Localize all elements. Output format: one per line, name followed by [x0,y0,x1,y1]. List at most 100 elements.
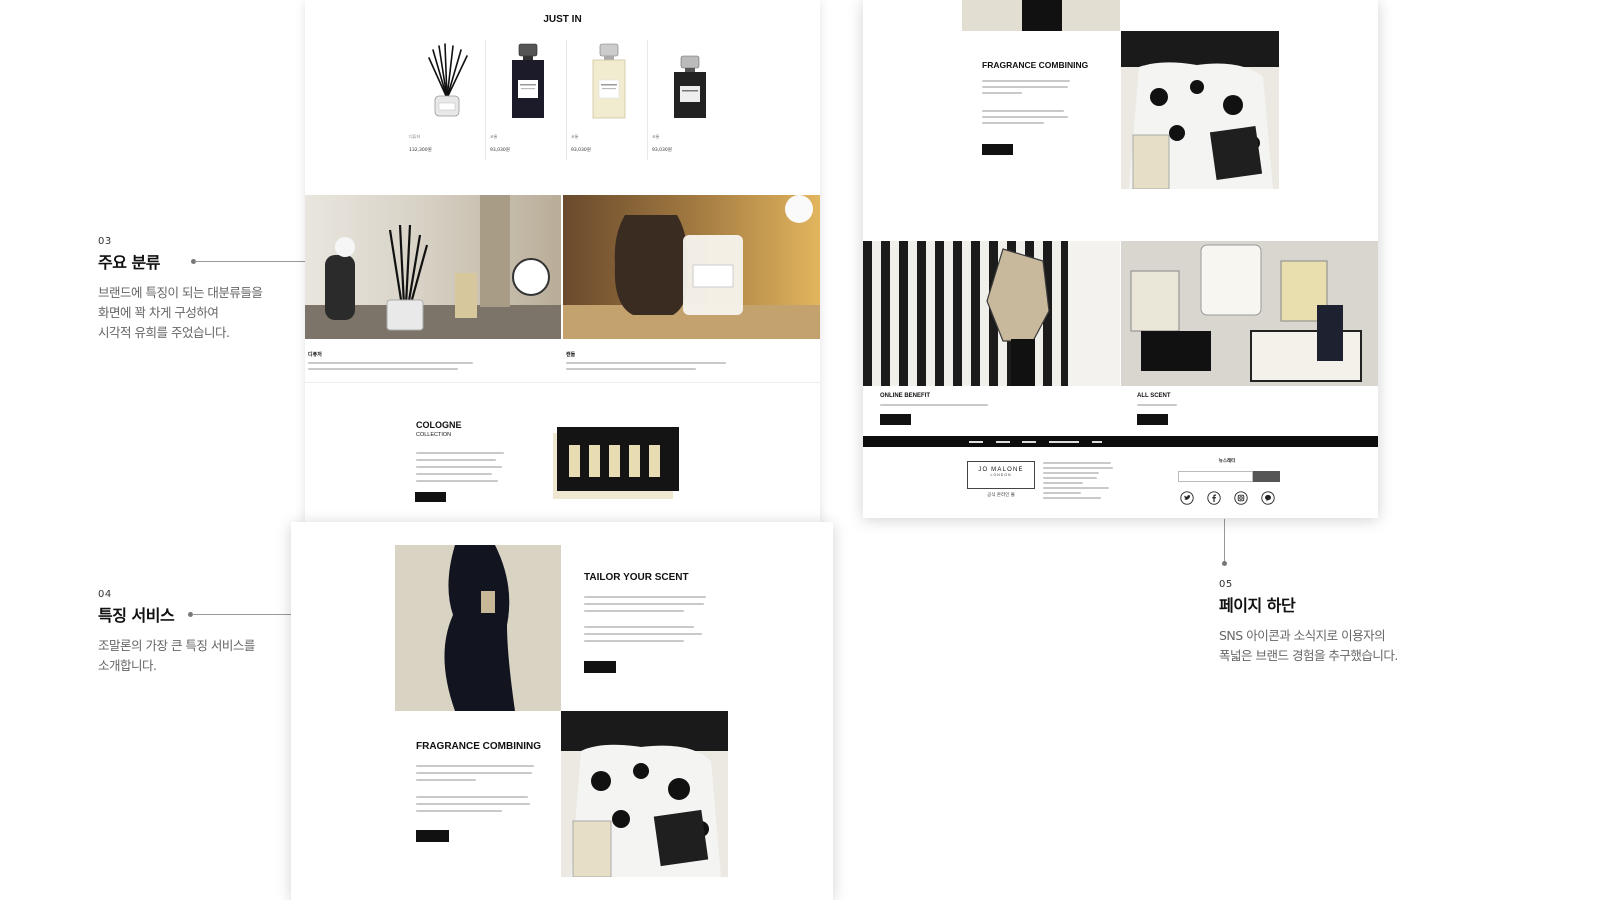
connector-line [195,261,306,262]
text-placeholder [1043,487,1109,489]
product-price: 93,030원 [490,148,510,153]
desc-line: 폭넓은 브랜드 경험을 추구했습니다. [1219,648,1398,663]
view-more-button[interactable] [415,492,446,502]
text-placeholder [982,86,1068,88]
product-card[interactable]: 코롱 93,030원 [490,40,566,165]
annotation-description: 조말론의 가장 큰 특징 서비스를 소개합니다. [98,636,298,676]
instagram-icon[interactable] [1234,491,1248,505]
product-price: 93,030원 [652,148,672,153]
text-placeholder [416,459,496,461]
text-placeholder [416,765,534,767]
logo-caption: 공식 온라인 몰 [987,493,1015,498]
all-scent-photo[interactable] [1121,241,1378,386]
category-label: 캔들 [566,352,576,358]
online-benefit-photo[interactable] [863,241,1120,386]
view-more-button[interactable] [982,144,1013,155]
cologne-collection-box-photo[interactable] [549,427,679,502]
footer-menu-item[interactable] [969,441,983,443]
candle-photo[interactable] [563,195,820,339]
cologne-title: COLOGNE [416,420,462,430]
desc-line: 조말론의 가장 큰 특징 서비스를 [98,638,255,653]
view-more-button[interactable] [416,830,449,842]
text-placeholder [416,803,530,805]
view-more-button[interactable] [880,414,911,425]
twitter-icon[interactable] [1180,491,1194,505]
text-placeholder [308,368,458,370]
annotation-number: 05 [1219,579,1233,590]
brand-logo[interactable]: JO MALONE LONDON [967,461,1035,489]
text-placeholder [308,362,473,364]
newsletter-title: 뉴스레터 [1218,459,1236,464]
connector-line [1224,519,1225,562]
text-placeholder [982,80,1070,82]
diffuser-photo[interactable] [305,195,561,339]
text-placeholder [416,796,528,798]
product-name: 디퓨저 [409,134,421,139]
kakao-icon[interactable] [1261,491,1275,505]
footer-menu-bar [863,436,1378,447]
product-price: 132,300원 [409,148,432,153]
text-placeholder [982,92,1022,94]
view-more-button[interactable] [1137,414,1168,425]
diffuser-icon [428,43,468,117]
newsletter-input[interactable] [1178,471,1253,482]
text-placeholder [982,110,1064,112]
text-placeholder [416,452,504,454]
fragrance-photo[interactable] [1121,31,1279,189]
text-placeholder [1043,472,1099,474]
category-label: 디퓨저 [308,352,322,358]
newsletter-submit-button[interactable] [1253,471,1280,482]
annotation-05: 05 페이지 하단 SNS 아이콘과 소식지로 이용자의 폭넓은 브랜드 경험을… [1219,579,1479,666]
annotation-description: SNS 아이콘과 소식지로 이용자의 폭넓은 브랜드 경험을 추구했습니다. [1219,626,1479,666]
cologne-subtitle: COLLECTION [416,432,452,438]
footer-menu-item[interactable] [1092,441,1102,443]
divider [485,40,486,160]
desc-line: 소개합니다. [98,658,157,673]
text-placeholder [982,122,1044,124]
footer-menu-item[interactable] [1049,441,1079,443]
product-card[interactable]: 코롱 93,030원 [652,40,728,165]
facebook-icon[interactable] [1207,491,1221,505]
fragrance-title: FRAGRANCE COMBINING [982,60,1089,70]
text-placeholder [416,473,492,475]
view-more-button[interactable] [584,661,616,673]
text-placeholder [1043,467,1113,469]
sns-icons [1180,491,1280,505]
fragrance-photo[interactable] [561,711,728,877]
tailor-title: TAILOR YOUR SCENT [584,572,689,583]
logo-subtext: LONDON [990,473,1012,477]
annotation-number: 04 [98,589,112,600]
footer-menu-item[interactable] [996,441,1010,443]
footer-menu-item[interactable] [1022,441,1036,443]
text-placeholder [1043,482,1083,484]
just-in-title: JUST IN [543,14,582,25]
text-placeholder [1043,497,1101,499]
product-price: 93,030원 [571,148,591,153]
text-placeholder [1137,404,1177,406]
text-placeholder [566,368,696,370]
panel-feature-service: TAILOR YOUR SCENT FRAGRANCE COMBINING [291,522,833,900]
divider [566,40,567,160]
text-placeholder [416,779,476,781]
product-card[interactable]: 디퓨저 132,300원 [409,40,485,165]
divider [305,382,820,383]
text-placeholder [1043,492,1081,494]
text-placeholder [1043,477,1097,479]
panel-main-categories: JUST IN 디퓨저 132,300원 코롱 93,030원 코롱 93,03… [305,0,820,522]
text-placeholder [416,466,502,468]
cologne-clear-bottle-icon [592,43,626,119]
text-placeholder [584,603,704,605]
text-placeholder [584,610,684,612]
tailor-photo[interactable] [395,545,561,711]
fragrance-title: FRAGRANCE COMBINING [416,741,541,752]
text-placeholder [982,116,1068,118]
desc-line: 화면에 꽉 차게 구성하여 [98,305,219,320]
product-card[interactable]: 코롱 93,030원 [571,40,647,165]
text-placeholder [584,596,706,598]
online-benefit-label: ONLINE BENEFIT [880,393,931,399]
annotation-description: 브랜드에 특징이 되는 대분류들을 화면에 꽉 차게 구성하여 시각적 유희를 … [98,283,298,343]
text-placeholder [584,640,684,642]
annotation-number: 03 [98,236,112,247]
top-photo-fragment [962,0,1120,31]
text-placeholder [584,633,702,635]
